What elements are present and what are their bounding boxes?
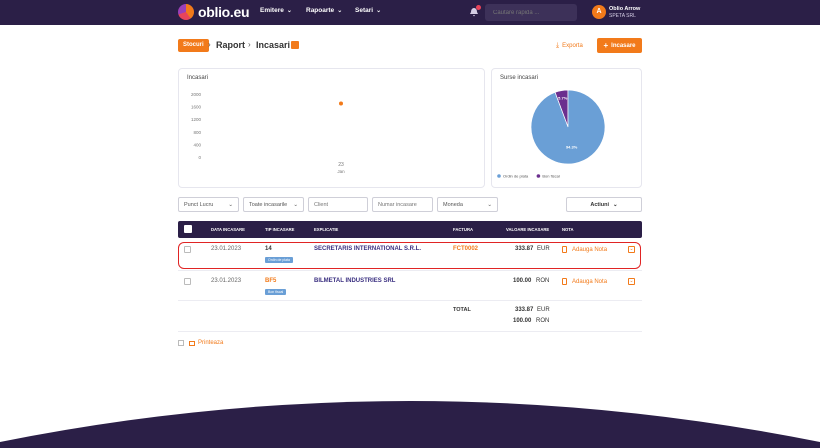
punct-lucru-select[interactable]: Punct Lucru ⌄ bbox=[178, 197, 239, 212]
breadcrumb-separator-icon: › bbox=[248, 40, 251, 49]
print-button[interactable]: Printeaza bbox=[178, 340, 223, 346]
y-tick-label: 0 bbox=[198, 155, 201, 160]
th-nota[interactable]: NOTA bbox=[562, 227, 574, 232]
pie-slice-label: 94.3% bbox=[566, 145, 578, 150]
punct-lucru-label: Punct Lucru bbox=[184, 201, 214, 208]
actiuni-label: Actiuni bbox=[590, 201, 610, 208]
chevron-down-icon: ⌄ bbox=[337, 8, 343, 14]
th-factura[interactable]: FACTURA bbox=[453, 227, 473, 232]
y-tick-label: 800 bbox=[193, 130, 201, 135]
legend-label: Bon fiscal bbox=[542, 174, 559, 179]
chevron-down-icon: ⌄ bbox=[228, 201, 233, 208]
total-ron-amount: 100.00 bbox=[513, 318, 532, 324]
incasari-chart: 2000 1600 1200 800 400 0 23Jan bbox=[191, 92, 345, 174]
row-divider bbox=[178, 331, 642, 332]
quick-search-input[interactable] bbox=[485, 4, 577, 21]
page-title: Incasari bbox=[256, 40, 291, 50]
legend-label: Ordin de plata bbox=[503, 174, 529, 179]
row-divider bbox=[178, 270, 642, 271]
data-point bbox=[339, 101, 343, 106]
chevron-down-icon: ⌄ bbox=[286, 8, 292, 14]
row-date: 23.01.2023 bbox=[211, 278, 242, 284]
y-tick-label: 1600 bbox=[191, 105, 202, 110]
surse-incasari-card: Surse incasari 5.7% 94.3% Ordin de plata Bo… bbox=[491, 68, 642, 188]
chevron-down-icon: ⌄ bbox=[293, 201, 298, 208]
y-tick-label: 2000 bbox=[191, 92, 202, 97]
row-tip: BF5 bbox=[265, 278, 277, 284]
total-eur-amount: 333.87 bbox=[515, 307, 534, 313]
tip-incasare-select[interactable]: Toate incasarile ⌄ bbox=[243, 197, 304, 212]
selected-row-highlight bbox=[178, 242, 641, 269]
chevron-down-icon: ⌄ bbox=[613, 201, 618, 208]
download-icon: ⤓ bbox=[556, 42, 560, 49]
nav-setari[interactable]: Setari ⌄ bbox=[355, 7, 381, 14]
th-valoare-incasare[interactable]: VALOARE INCASARE bbox=[506, 227, 549, 232]
top-navbar: oblio.eu Emitere⌄ Rapoarte⌄ Setari⌄ A Ob… bbox=[0, 0, 820, 25]
add-note-label: Adauga Nota bbox=[572, 278, 608, 285]
client-filter-input[interactable] bbox=[308, 197, 368, 212]
x-tick-label: 23 bbox=[338, 162, 344, 168]
breadcrumb-stocuri[interactable]: Stocuri bbox=[178, 39, 209, 52]
export-button[interactable]: ⤓ Exporta bbox=[556, 42, 583, 50]
moneda-select[interactable]: Moneda ⌄ bbox=[437, 197, 498, 212]
row-checkbox[interactable] bbox=[184, 278, 191, 285]
pie-slice bbox=[530, 89, 606, 165]
avatar[interactable]: A bbox=[592, 5, 606, 19]
th-data-incasare[interactable]: DATA INCASARE bbox=[211, 227, 245, 232]
row-client-link[interactable]: BILMETAL INDUSTRIES SRL bbox=[314, 278, 395, 284]
user-company: SPETA SRL bbox=[609, 13, 636, 19]
y-tick-label: 400 bbox=[193, 142, 201, 147]
nav-emitere[interactable]: Emitere ⌄ bbox=[260, 7, 292, 14]
add-note-button[interactable]: Adauga Nota bbox=[562, 278, 607, 285]
row-currency: RON bbox=[536, 278, 550, 284]
plus-icon: + bbox=[603, 41, 609, 50]
logo-mark-icon bbox=[178, 4, 194, 20]
nav-emitere-label: Emitere bbox=[260, 7, 284, 14]
nav-rapoarte-label: Rapoarte bbox=[306, 7, 335, 14]
print-checkbox[interactable] bbox=[178, 340, 184, 346]
rss-icon[interactable] bbox=[291, 41, 299, 49]
y-tick-label: 1200 bbox=[191, 117, 202, 122]
footer-wave bbox=[0, 401, 820, 448]
print-label: Printeaza bbox=[198, 340, 224, 346]
breadcrumb-raport[interactable]: Raport bbox=[216, 40, 245, 50]
document-icon bbox=[562, 278, 567, 285]
user-name: Oblio Arrow bbox=[609, 6, 641, 12]
breadcrumb-separator-icon: › bbox=[208, 40, 211, 49]
tip-incasare-label: Toate incasarile bbox=[249, 201, 288, 208]
th-explicatie[interactable]: EXPLICATIE bbox=[314, 227, 338, 232]
total-eur-currency: EUR bbox=[537, 307, 550, 313]
x-tick-label: Jan bbox=[337, 169, 345, 174]
pie-slice-label: 5.7% bbox=[558, 95, 568, 100]
oblio-logo[interactable]: oblio.eu bbox=[178, 4, 250, 20]
chevron-down-icon: ⌄ bbox=[487, 201, 492, 208]
logo-text: oblio.eu bbox=[198, 4, 250, 20]
add-incasare-label: Incasare bbox=[611, 42, 636, 49]
expand-row-icon[interactable]: ⌄ bbox=[628, 278, 635, 285]
actiuni-dropdown[interactable]: Actiuni ⌄ bbox=[566, 197, 642, 212]
total-label: TOTAL bbox=[453, 307, 471, 313]
numar-incasare-input[interactable] bbox=[372, 197, 433, 212]
payment-type-badge: Bon fiscal bbox=[265, 289, 287, 295]
table-header: DATA INCASARE TIP INCASARE EXPLICATIE FA… bbox=[178, 221, 642, 238]
legend-swatch bbox=[536, 174, 541, 178]
notification-badge bbox=[476, 5, 481, 10]
printer-icon bbox=[189, 340, 195, 346]
total-ron-currency: RON bbox=[536, 318, 550, 324]
nav-setari-label: Setari bbox=[355, 7, 374, 14]
surse-incasari-pie: 5.7% 94.3% Ordin de plata Bon fiscal bbox=[497, 89, 606, 179]
add-incasare-button[interactable]: + Incasare bbox=[597, 38, 642, 53]
row-amount: 100.00 bbox=[513, 278, 532, 284]
nav-rapoarte[interactable]: Rapoarte ⌄ bbox=[306, 7, 342, 14]
th-tip-incasare[interactable]: TIP INCASARE bbox=[265, 227, 294, 232]
moneda-label: Moneda bbox=[443, 201, 463, 208]
export-label: Exporta bbox=[562, 43, 583, 49]
row-divider bbox=[178, 300, 642, 301]
select-all-checkbox[interactable] bbox=[184, 225, 192, 233]
incasari-chart-card: Incasari 2000 1600 1200 800 400 0 23 Jan bbox=[178, 68, 485, 188]
chevron-down-icon: ⌄ bbox=[376, 8, 382, 14]
legend-swatch bbox=[497, 174, 501, 178]
